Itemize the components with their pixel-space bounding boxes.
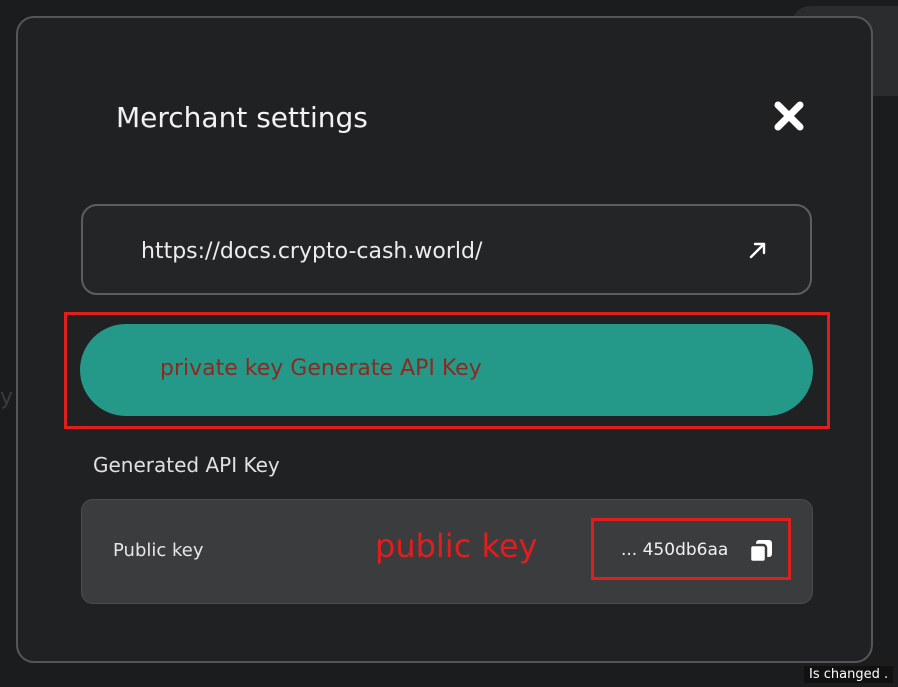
private-key-highlight-box — [64, 312, 830, 429]
public-key-label: Public key — [113, 540, 204, 561]
docs-link-field[interactable]: https://docs.crypto-cash.world/ — [81, 204, 812, 295]
close-icon — [774, 101, 804, 131]
public-key-annotation: public key — [375, 527, 538, 565]
status-toast: Is changed . — [804, 666, 894, 683]
public-key-highlight-box — [591, 518, 791, 580]
generated-api-key-heading: Generated API Key — [93, 453, 280, 477]
external-link-arrow-icon[interactable] — [747, 239, 769, 261]
merchant-settings-modal: Merchant settings https://docs.crypto-ca… — [16, 16, 873, 663]
docs-url-text: https://docs.crypto-cash.world/ — [141, 239, 483, 264]
close-button[interactable] — [769, 96, 809, 136]
modal-title: Merchant settings — [116, 101, 368, 134]
background-text-fragment: y — [0, 385, 14, 410]
